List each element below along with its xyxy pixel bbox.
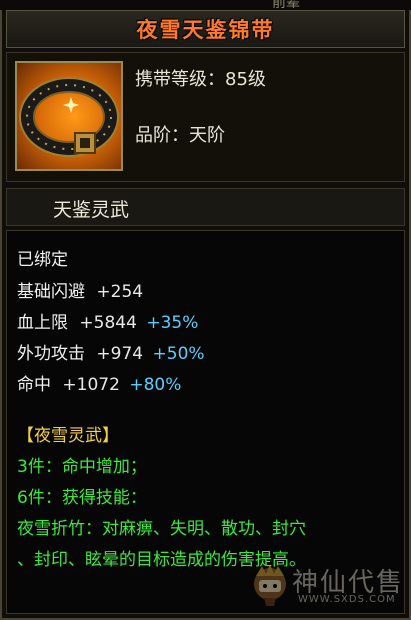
stat-value: +974: [96, 344, 144, 364]
belt-icon-art: [19, 77, 119, 157]
bound-status: 已绑定: [17, 250, 68, 270]
item-title: 夜雪天鉴锦带: [136, 18, 275, 42]
item-subtitle: 天鉴灵武: [53, 199, 130, 221]
set-bonus-line: 夜雪折竹：对麻痹、失明、散功、封穴: [17, 519, 306, 539]
carry-level: 携带等级：85级: [135, 69, 266, 90]
stat-percent: +50%: [152, 344, 205, 364]
item-info-panel: 携带等级：85级 品阶：天阶: [6, 52, 405, 182]
belt-icon: [15, 61, 123, 171]
stat-value: +254: [96, 282, 144, 302]
set-bonus-line: 6件：获得技能：: [17, 488, 147, 508]
mascot-logo-icon: [254, 564, 286, 606]
watermark: 神仙代售 WWW.SXDS.COM: [248, 558, 408, 614]
stat-name: 命中: [17, 375, 51, 395]
set-bonus-line: 3件：命中增加；: [17, 457, 147, 477]
stat-value: +1072: [62, 375, 120, 395]
item-grade: 品阶：天阶: [135, 125, 225, 146]
stat-row: 基础闪避 +254: [17, 277, 143, 302]
stat-row: 血上限 +5844 +35%: [17, 308, 198, 333]
stat-row: 命中 +1072 +80%: [17, 370, 181, 395]
stat-value: +5844: [79, 313, 137, 333]
subtitle-bar: 天鉴灵武: [6, 188, 405, 226]
stat-name: 基础闪避: [17, 282, 85, 302]
set-name: 【夜雪灵武】: [17, 426, 119, 446]
watermark-url: WWW.SXDS.COM: [298, 594, 396, 605]
stat-row: 外功攻击 +974 +50%: [17, 339, 205, 364]
detail-panel: 已绑定 基础闪避 +254 血上限 +5844 +35% 外功攻击 +974 +…: [6, 230, 405, 614]
stat-percent: +35%: [146, 313, 199, 333]
stat-name: 血上限: [17, 313, 68, 333]
title-bar: 夜雪天鉴锦带: [6, 10, 405, 48]
top-strip: 前辈: [0, 0, 411, 11]
stat-percent: +80%: [129, 375, 182, 395]
stat-name: 外功攻击: [17, 344, 85, 364]
